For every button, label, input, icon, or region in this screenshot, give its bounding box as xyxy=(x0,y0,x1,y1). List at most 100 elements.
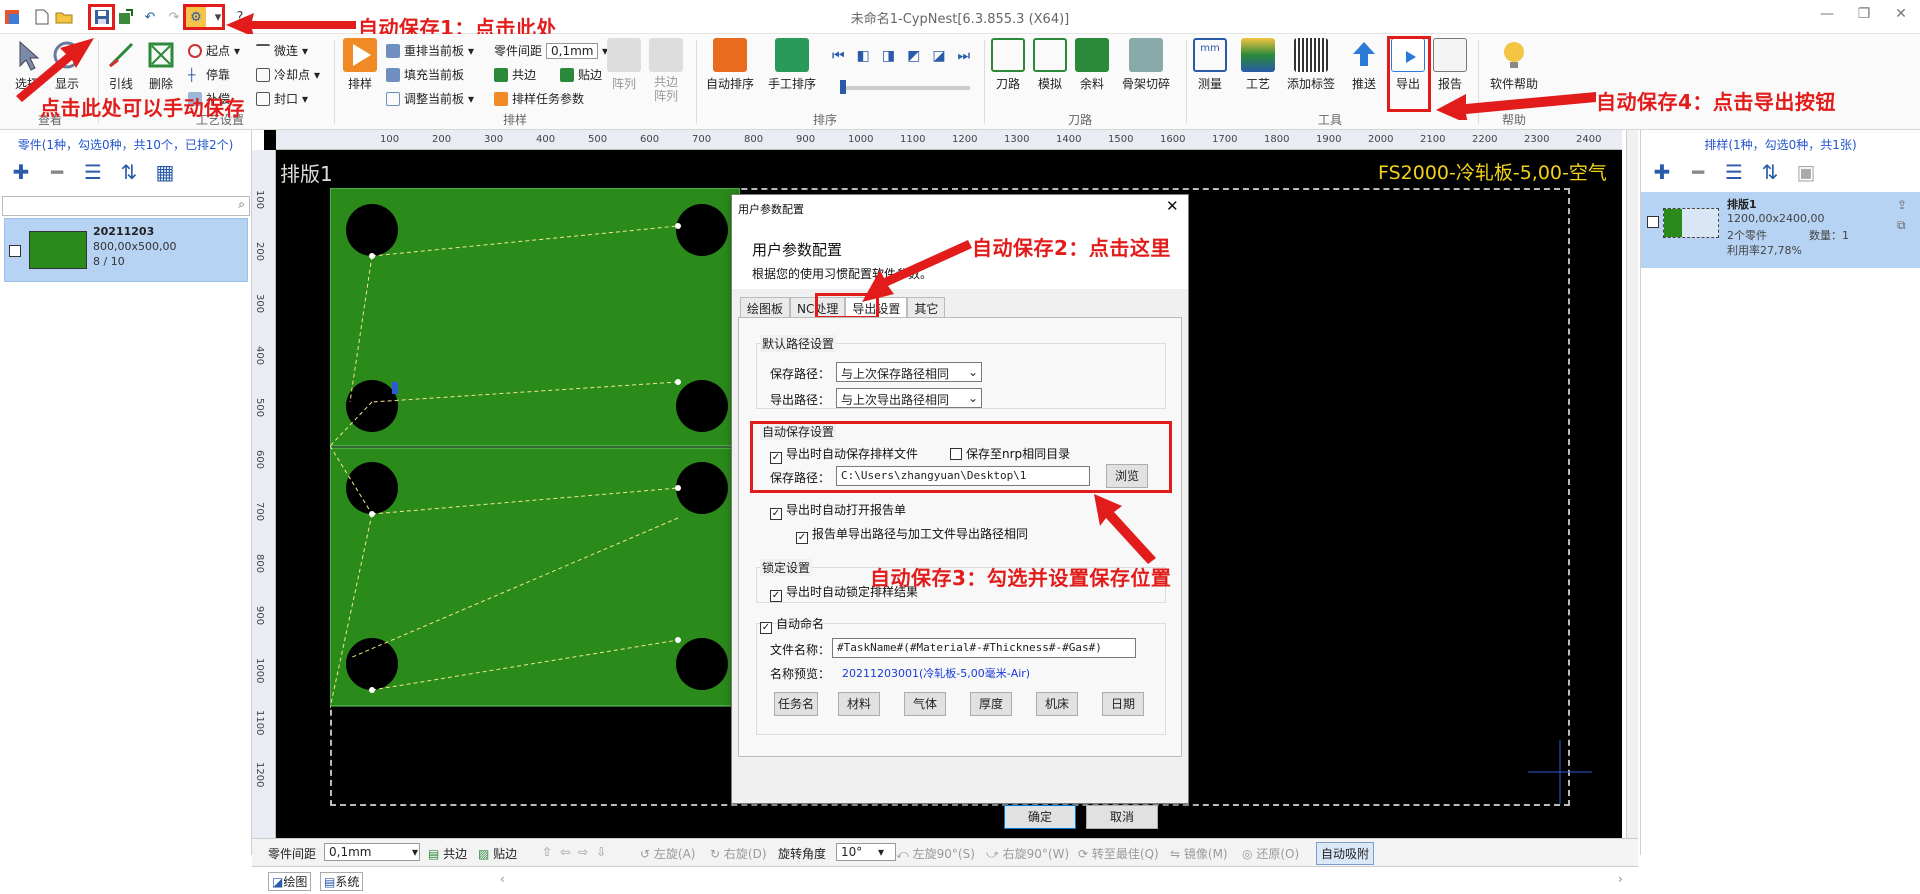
tab-draw[interactable]: ◪绘图 xyxy=(268,872,312,891)
close-icon[interactable]: ✕ xyxy=(1889,6,1913,28)
part-list-item[interactable]: 20211203 800,00x500,00 8 / 10 xyxy=(4,218,248,282)
restore-button[interactable]: ◎ 还原(O) xyxy=(1242,845,1299,862)
table-icon[interactable]: ▦ xyxy=(152,160,178,184)
rotate-left-button[interactable]: ↺ 左旋(A) xyxy=(640,845,695,862)
insert-machine-button[interactable]: 机床 xyxy=(1036,692,1078,716)
down-arrow-icon[interactable]: ⇩ xyxy=(596,845,614,859)
bottom-common-edge-button[interactable]: ▤ 共边 xyxy=(428,845,467,862)
cancel-button[interactable]: 取消 xyxy=(1086,805,1158,829)
report-same-path-checkbox[interactable]: ✓ 报告单导出路径与加工文件导出路径相同 xyxy=(796,525,1028,544)
tab-drawing-board[interactable]: 绘图板 xyxy=(740,297,791,317)
list-icon[interactable]: ☰ xyxy=(80,160,106,184)
sort-icon[interactable]: ⇅ xyxy=(116,160,142,184)
leadline-button[interactable]: 引线 xyxy=(104,38,138,92)
next-icon[interactable]: ◪ xyxy=(932,48,945,64)
export-path-select[interactable]: 与上次导出路径相同 ⌄ xyxy=(836,388,982,408)
common-array-button[interactable]: 共边阵列 xyxy=(648,38,684,103)
best-rotate-button[interactable]: ⟳ 转至最佳(Q) xyxy=(1078,845,1159,862)
minimize-icon[interactable]: — xyxy=(1815,6,1839,28)
common-edge-label: 共边 xyxy=(512,68,537,82)
move-arrows[interactable]: ⇧⇦⇨⇩ xyxy=(542,845,614,859)
scroll-left-icon[interactable]: ‹ xyxy=(500,872,505,886)
chevron-down-icon[interactable]: ▾ xyxy=(412,845,418,859)
left-arrow-icon[interactable]: ⇦ xyxy=(560,845,578,859)
rotate-angle-input[interactable]: 10° xyxy=(836,843,896,861)
add-icon[interactable]: ✚ xyxy=(8,160,34,184)
canvas-vertical-scrollbar[interactable] xyxy=(1626,130,1638,838)
rotate-right-button[interactable]: ↻ 右旋(D) xyxy=(710,845,767,862)
sheet-list-item[interactable]: 排版1 1200,00x2400,00 2个零件 数量：1 利用率27,78% … xyxy=(1641,192,1920,268)
right-arrow-icon[interactable]: ⇨ xyxy=(578,845,596,859)
nest-params-button[interactable]: 排样任务参数 xyxy=(494,90,584,107)
add-icon[interactable]: ✚ xyxy=(1649,160,1675,184)
simulate-button[interactable]: 模拟 xyxy=(1032,38,1068,92)
save-path-select[interactable]: 与上次保存路径相同 ⌄ xyxy=(836,362,982,382)
push-button[interactable]: 推送 xyxy=(1346,38,1382,92)
micro-joint-button[interactable]: 微连 ▾ xyxy=(256,42,308,59)
adjust-button[interactable]: 调整当前板 ▾ xyxy=(386,90,474,107)
insert-date-button[interactable]: 日期 xyxy=(1102,692,1144,716)
mirror-button[interactable]: ⇋ 镜像(M) xyxy=(1170,845,1228,862)
craft-button[interactable]: 工艺 xyxy=(1240,38,1276,92)
part-checkbox[interactable] xyxy=(9,245,21,257)
step-icon[interactable]: ◨ xyxy=(882,48,895,64)
tab-system[interactable]: ▤系统 xyxy=(320,872,364,891)
search-icon[interactable]: ⌕ xyxy=(238,197,245,212)
bottom-part-gap-input[interactable]: 0,1mm xyxy=(324,843,420,861)
nest-button[interactable]: 排样 xyxy=(340,38,380,92)
sheet-checkbox[interactable] xyxy=(1647,216,1659,228)
chevron-down-icon[interactable]: ▾ xyxy=(878,845,884,859)
fill-button[interactable]: 填充当前板 xyxy=(386,66,464,83)
insert-material-button[interactable]: 材料 xyxy=(838,692,880,716)
close-path-icon xyxy=(256,91,270,106)
parts-search-input[interactable]: ⌕ xyxy=(2,196,250,216)
common-edge-button[interactable]: 共边 xyxy=(494,66,536,83)
auto-snap-toggle[interactable]: 自动吸附 xyxy=(1316,842,1375,865)
auto-name-checkbox[interactable]: ✓ 自动命名 xyxy=(760,615,824,634)
part-gap-input[interactable]: 0,1mm xyxy=(546,42,599,59)
insert-task-name-button[interactable]: 任务名 xyxy=(774,692,818,716)
last-icon[interactable]: ⏭ xyxy=(958,48,971,64)
dialog-close-icon[interactable]: ✕ xyxy=(1166,197,1179,215)
add-label-button[interactable]: 添加标签 xyxy=(1286,38,1336,92)
restore-icon[interactable]: ❐ xyxy=(1852,6,1876,28)
measure-button[interactable]: mm 测量 xyxy=(1192,38,1228,92)
manual-sort-button[interactable]: 手工排序 xyxy=(766,38,818,92)
frame-cut-button[interactable]: 骨架切碎 xyxy=(1118,38,1174,92)
sort-icon[interactable]: ⇅ xyxy=(1757,160,1783,184)
step2-icon[interactable]: ◩ xyxy=(907,48,920,64)
start-point-button[interactable]: 起点 ▾ xyxy=(188,42,240,59)
renest-button[interactable]: 重排当前板 ▾ xyxy=(386,42,474,59)
remove-icon[interactable]: ━ xyxy=(44,160,70,184)
scroll-right-icon[interactable]: › xyxy=(1618,872,1623,886)
auto-sort-button[interactable]: 自动排序 xyxy=(704,38,756,92)
remnant-button[interactable]: 余料 xyxy=(1074,38,1110,92)
prev-icon[interactable]: ◧ xyxy=(857,48,870,64)
delete-button[interactable]: 删除 xyxy=(144,38,178,92)
save-sheet-icon[interactable]: ▣ xyxy=(1793,160,1819,184)
left90-button[interactable]: ⤺ 左旋90°(S) xyxy=(896,845,975,862)
nested-parts[interactable] xyxy=(330,188,740,708)
array-button[interactable]: 阵列 xyxy=(606,38,642,92)
sort-slider-thumb[interactable] xyxy=(840,80,846,94)
bottom-stick-edge-button[interactable]: ▨ 贴边 xyxy=(478,845,517,862)
lock-icon[interactable]: ⇪ xyxy=(1897,198,1907,212)
stop-point-button[interactable]: ┼ 停靠 xyxy=(188,66,230,83)
up-arrow-icon[interactable]: ⇧ xyxy=(542,845,560,859)
list-icon[interactable]: ☰ xyxy=(1721,160,1747,184)
ok-button[interactable]: 确定 xyxy=(1004,805,1076,829)
insert-thickness-button[interactable]: 厚度 xyxy=(970,692,1012,716)
toolpath-button[interactable]: 刀路 xyxy=(990,38,1026,92)
sort-slider-track[interactable] xyxy=(840,86,970,90)
close-path-button[interactable]: 封口 ▾ xyxy=(256,90,308,107)
open-report-checkbox[interactable]: ✓ 导出时自动打开报告单 xyxy=(770,501,906,520)
right90-button[interactable]: ⤻ 右旋90°(W) xyxy=(986,845,1069,862)
insert-gas-button[interactable]: 气体 xyxy=(904,692,946,716)
ruler-left-tick: 200 xyxy=(254,242,265,262)
cooling-point-button[interactable]: 冷却点 ▾ xyxy=(256,66,320,83)
file-name-input[interactable]: #TaskName#(#Material#-#Thickness#-#Gas#) xyxy=(832,638,1136,658)
first-icon[interactable]: ⏮ xyxy=(832,48,845,64)
stick-edge-button[interactable]: 贴边 xyxy=(560,66,602,83)
copy-icon[interactable]: ⧉ xyxy=(1897,218,1906,233)
remove-icon[interactable]: ━ xyxy=(1685,160,1711,184)
